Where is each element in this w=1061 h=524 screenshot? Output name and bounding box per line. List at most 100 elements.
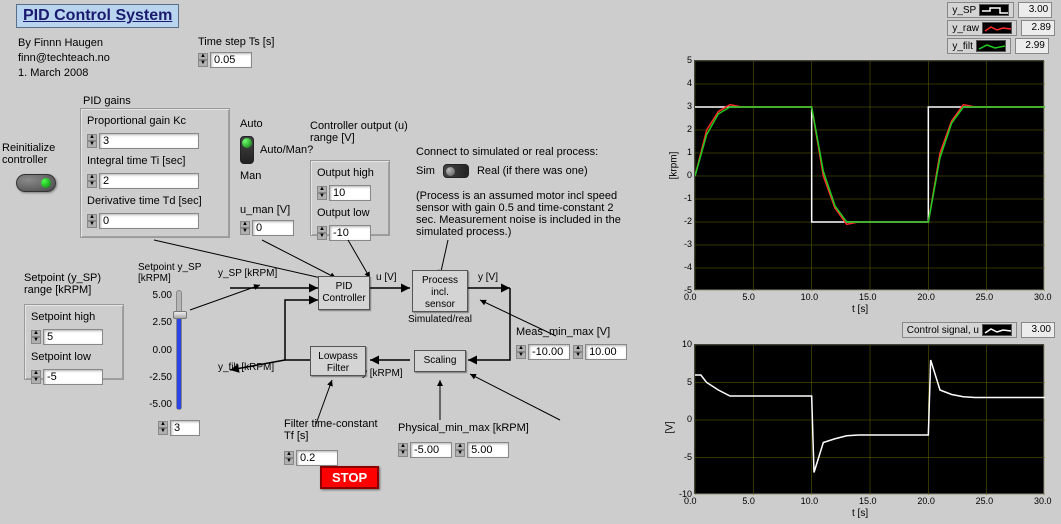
sim-real-note: (Process is an assumed motor incl speed … — [416, 190, 636, 238]
yfilt-arrow-label: y_filt [kRPM] — [218, 362, 274, 373]
sp-high-up[interactable]: ▲ — [31, 330, 41, 337]
uman-input[interactable] — [252, 220, 294, 236]
out-high-down[interactable]: ▼ — [317, 193, 327, 200]
phys-max-down[interactable]: ▼ — [455, 450, 465, 457]
legend-ysp: y_SP — [947, 2, 1014, 18]
sp-low-label: Setpoint low — [31, 351, 117, 363]
phys-min-down[interactable]: ▼ — [398, 450, 408, 457]
chart-bottom-xlabel: t [s] — [852, 508, 868, 519]
tf-down[interactable]: ▼ — [284, 458, 294, 465]
email-text: finn@techteach.no — [18, 51, 110, 66]
td-down[interactable]: ▼ — [87, 221, 97, 228]
tf-label: Filter time-constant Tf [s] — [284, 418, 378, 442]
process-sub: Simulated/real — [408, 314, 472, 325]
kc-up[interactable]: ▲ — [87, 134, 97, 141]
tf-up[interactable]: ▲ — [284, 451, 294, 458]
pid-gains-label: PID gains — [83, 95, 131, 107]
auto-label: Auto — [240, 118, 313, 130]
out-low-input[interactable] — [329, 225, 371, 241]
legend-yfilt: y_filt — [947, 38, 1011, 54]
out-low-label: Output low — [317, 207, 383, 219]
man-label: Man — [240, 170, 313, 182]
uman-label: u_man [V] — [240, 204, 294, 216]
legend-yraw: y_raw — [947, 20, 1017, 36]
ti-input[interactable] — [99, 173, 199, 189]
tf-input[interactable] — [296, 450, 338, 466]
meas-min-input[interactable] — [528, 344, 570, 360]
u-arrow-label: u [V] — [376, 272, 397, 283]
out-high-up[interactable]: ▲ — [317, 186, 327, 193]
sp-range-label: Setpoint (y_SP) range [kRPM] — [24, 272, 101, 296]
stop-button[interactable]: STOP — [320, 466, 379, 489]
sim-text: Sim — [416, 165, 435, 177]
pid-block: PID Controller — [318, 276, 370, 310]
setpoint-slider[interactable] — [176, 290, 182, 410]
sim-real-toggle[interactable] — [443, 164, 469, 178]
td-input[interactable] — [99, 213, 199, 229]
time-step-up[interactable]: ▲ — [198, 53, 208, 60]
ti-label: Integral time Ti [sec] — [87, 155, 223, 167]
ti-down[interactable]: ▼ — [87, 181, 97, 188]
legend-yfilt-value: 2.99 — [1015, 38, 1049, 54]
sp-low-input[interactable] — [43, 369, 103, 385]
kc-down[interactable]: ▼ — [87, 141, 97, 148]
meas-min-up[interactable]: ▲ — [516, 345, 526, 352]
phys-min-input[interactable] — [410, 442, 452, 458]
sim-real-label: Connect to simulated or real process: — [416, 146, 598, 158]
slider-label: Setpoint y_SP [kRPM] — [138, 262, 201, 284]
legend-u-value: 3.00 — [1021, 322, 1055, 338]
time-step-input[interactable] — [210, 52, 252, 68]
meas-label: Meas_min_max [V] — [516, 326, 610, 338]
meas-max-down[interactable]: ▼ — [573, 352, 583, 359]
sp-low-down[interactable]: ▼ — [31, 377, 41, 384]
real-text: Real (if there was one) — [477, 165, 588, 177]
legend-yraw-value: 2.89 — [1021, 20, 1055, 36]
meas-min-down[interactable]: ▼ — [516, 352, 526, 359]
kc-label: Proportional gain Kc — [87, 115, 223, 127]
reinit-button[interactable] — [16, 174, 56, 192]
y-arrow-label: y [V] — [478, 272, 498, 283]
td-up[interactable]: ▲ — [87, 214, 97, 221]
auto-man-toggle[interactable] — [240, 136, 254, 164]
phys-label: Physical_min_max [kRPM] — [398, 422, 529, 434]
sp-high-label: Setpoint high — [31, 311, 117, 323]
meas-max-input[interactable] — [585, 344, 627, 360]
kc-input[interactable] — [99, 133, 199, 149]
sp-val-down[interactable]: ▼ — [158, 428, 168, 435]
author-text: By Finnn Haugen — [18, 36, 110, 51]
ysp-arrow-label: y_SP [kRPM] — [218, 268, 277, 279]
date-text: 1. March 2008 — [18, 66, 110, 81]
out-high-input[interactable] — [329, 185, 371, 201]
auto-man-label: Auto/Man? — [260, 144, 313, 156]
page-title: PID Control System — [16, 4, 179, 28]
ctrl-out-label: Controller output (u) range [V] — [310, 120, 408, 144]
td-label: Derivative time Td [sec] — [87, 195, 223, 207]
phys-max-input[interactable] — [467, 442, 509, 458]
ti-up[interactable]: ▲ — [87, 174, 97, 181]
sp-high-input[interactable] — [43, 329, 103, 345]
out-high-label: Output high — [317, 167, 383, 179]
scaling-block: Scaling — [414, 350, 466, 372]
sp-high-down[interactable]: ▼ — [31, 337, 41, 344]
legend-ysp-value: 3.00 — [1018, 2, 1052, 18]
sp-val-up[interactable]: ▲ — [158, 421, 168, 428]
process-block: Process incl. sensor — [412, 270, 468, 312]
slider-ticks: 5.00 2.50 0.00 -2.50 -5.00 — [140, 290, 172, 410]
chart-bottom[interactable] — [694, 344, 1044, 494]
sp-val-input[interactable] — [170, 420, 200, 436]
time-step-label: Time step Ts [s] — [198, 36, 274, 48]
legend-u: Control signal, u — [902, 322, 1017, 338]
phys-min-up[interactable]: ▲ — [398, 443, 408, 450]
phys-max-up[interactable]: ▲ — [455, 443, 465, 450]
meas-max-up[interactable]: ▲ — [573, 345, 583, 352]
time-step-down[interactable]: ▼ — [198, 60, 208, 67]
ykrpm-arrow-label: y [kRPM] — [362, 368, 403, 379]
out-low-down[interactable]: ▼ — [317, 233, 327, 240]
chart-top[interactable] — [694, 60, 1044, 290]
chart-top-xlabel: t [s] — [852, 304, 868, 315]
uman-down[interactable]: ▼ — [240, 228, 250, 235]
uman-up[interactable]: ▲ — [240, 221, 250, 228]
sp-low-up[interactable]: ▲ — [31, 370, 41, 377]
reinit-label: Reinitialize controller — [2, 142, 68, 166]
out-low-up[interactable]: ▲ — [317, 226, 327, 233]
